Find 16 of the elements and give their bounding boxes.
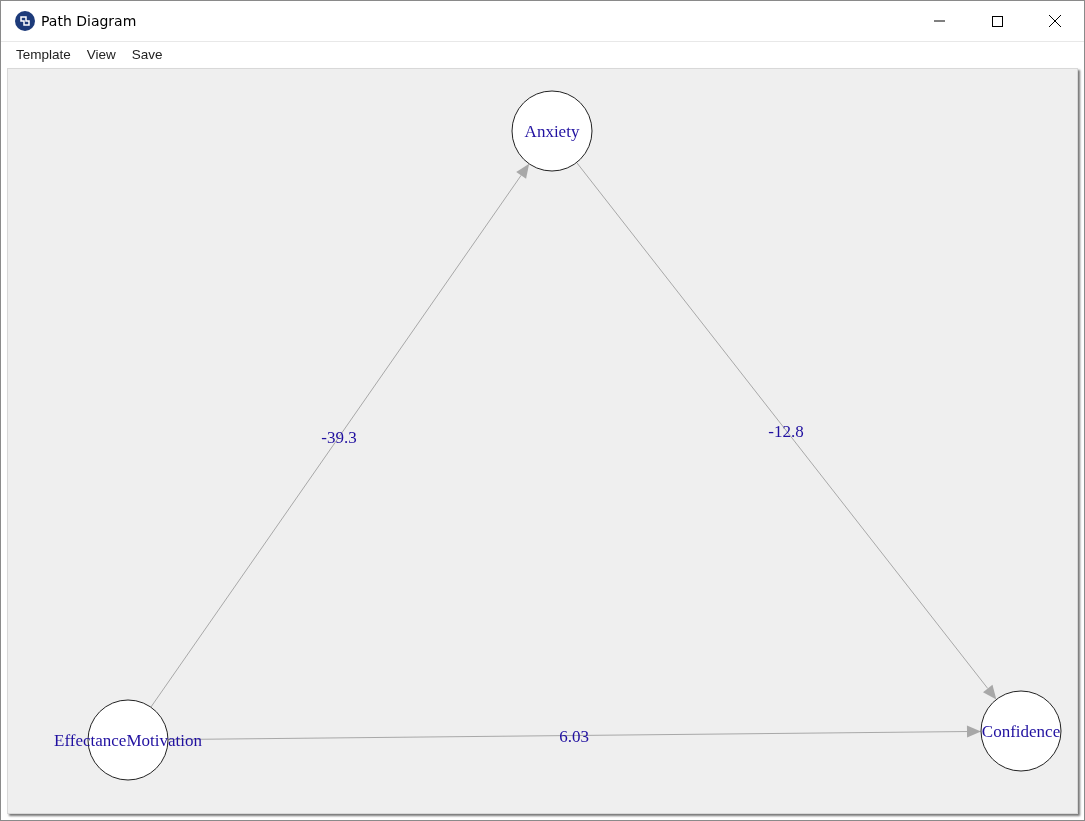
window-title: Path Diagram	[41, 13, 138, 29]
minimize-icon[interactable]	[933, 20, 945, 22]
node-label: EffectanceMotivation	[54, 731, 202, 750]
node-circle[interactable]	[980, 690, 1062, 772]
app-icon	[15, 11, 35, 31]
edge-label: -12.8	[768, 422, 804, 441]
menu-item[interactable]: View	[79, 46, 123, 62]
edge-label: 6.03	[559, 727, 589, 746]
node-label: Confidence	[981, 722, 1061, 741]
menu-item[interactable]: Save	[124, 46, 170, 62]
maximize-icon[interactable]	[991, 15, 1003, 27]
edge-label: -39.3	[321, 428, 357, 447]
menu-item[interactable]: Template	[9, 46, 78, 62]
close-icon[interactable]	[1049, 15, 1061, 27]
node-circle[interactable]	[511, 90, 593, 172]
node-label: Anxiety	[524, 122, 580, 141]
